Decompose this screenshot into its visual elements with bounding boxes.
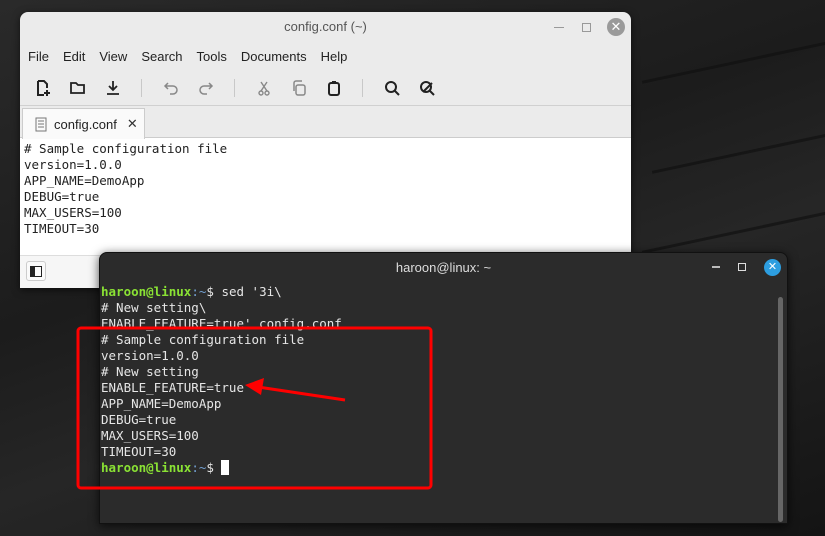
editor-line: APP_NAME=DemoApp bbox=[24, 173, 145, 188]
cut-icon[interactable] bbox=[253, 77, 275, 99]
terminal-window: haroon@linux: ~ ✕ haroon@linux:~$ sed '3… bbox=[99, 252, 788, 524]
menu-bar: File Edit View Search Tools Documents He… bbox=[20, 42, 631, 70]
minimize-button[interactable] bbox=[712, 266, 720, 268]
desktop-decoration bbox=[641, 209, 825, 254]
close-button[interactable]: ✕ bbox=[607, 18, 625, 36]
save-download-icon[interactable] bbox=[102, 77, 124, 99]
copy-icon[interactable] bbox=[288, 77, 310, 99]
window-title: config.conf (~) bbox=[284, 19, 367, 34]
text-editor-window: config.conf (~) ✕ File Edit View Search … bbox=[20, 12, 631, 288]
search-icon[interactable] bbox=[381, 77, 403, 99]
menu-edit[interactable]: Edit bbox=[63, 49, 85, 64]
output-line: ENABLE_FEATURE=true bbox=[101, 380, 244, 395]
terminal-cursor bbox=[221, 460, 230, 475]
output-line: TIMEOUT=30 bbox=[101, 444, 177, 459]
output-line: version=1.0.0 bbox=[101, 348, 199, 363]
terminal-output[interactable]: haroon@linux:~$ sed '3i\ # New setting\ EN… bbox=[101, 284, 342, 476]
editor-line: version=1.0.0 bbox=[24, 157, 122, 172]
search-replace-icon[interactable] bbox=[416, 77, 438, 99]
window-controls: ✕ bbox=[554, 12, 625, 42]
toolbar-separator bbox=[141, 78, 142, 97]
document-icon bbox=[35, 117, 47, 131]
editor-line: # Sample configuration file bbox=[24, 141, 228, 156]
menu-tools[interactable]: Tools bbox=[197, 49, 227, 64]
toolbar-separator bbox=[362, 78, 363, 97]
editor-line: MAX_USERS=100 bbox=[24, 205, 122, 220]
new-document-icon[interactable] bbox=[32, 77, 54, 99]
output-line: DEBUG=true bbox=[101, 412, 177, 427]
side-panel-icon bbox=[30, 265, 42, 277]
terminal-title: haroon@linux: ~ bbox=[395, 260, 492, 275]
prompt-line: haroon@linux:~$ bbox=[101, 460, 342, 476]
minimize-button[interactable] bbox=[554, 26, 564, 28]
desktop-decoration bbox=[651, 129, 825, 174]
tab-close-icon[interactable]: ✕ bbox=[127, 116, 138, 132]
output-line: # New setting bbox=[101, 364, 199, 379]
editor-text-area[interactable]: # Sample configuration file version=1.0.0… bbox=[20, 138, 631, 255]
output-line: APP_NAME=DemoApp bbox=[101, 396, 222, 411]
menu-documents[interactable]: Documents bbox=[241, 49, 307, 64]
close-button[interactable]: ✕ bbox=[764, 258, 781, 276]
desktop-decoration bbox=[641, 39, 825, 84]
side-panel-toggle-button[interactable] bbox=[26, 261, 46, 281]
toolbar bbox=[20, 70, 631, 106]
editor-line: TIMEOUT=30 bbox=[24, 221, 100, 236]
output-line: # Sample configuration file bbox=[101, 332, 305, 347]
menu-view[interactable]: View bbox=[99, 49, 127, 64]
command-line: # New setting\ bbox=[101, 300, 207, 315]
toolbar-separator bbox=[234, 78, 235, 97]
maximize-button[interactable] bbox=[738, 263, 746, 271]
editor-line: DEBUG=true bbox=[24, 189, 100, 204]
undo-icon[interactable] bbox=[160, 77, 182, 99]
paste-icon[interactable] bbox=[323, 77, 345, 99]
redo-icon[interactable] bbox=[195, 77, 217, 99]
maximize-button[interactable] bbox=[582, 22, 591, 32]
tab-config-conf[interactable]: config.conf ✕ bbox=[22, 108, 145, 139]
open-folder-icon[interactable] bbox=[67, 77, 89, 99]
menu-file[interactable]: File bbox=[28, 49, 49, 64]
menu-help[interactable]: Help bbox=[321, 49, 348, 64]
tab-bar: config.conf ✕ bbox=[20, 106, 631, 139]
menu-search[interactable]: Search bbox=[141, 49, 182, 64]
terminal-scrollbar[interactable] bbox=[778, 297, 783, 522]
command-line: ENABLE_FEATURE=true' config.conf bbox=[101, 316, 342, 331]
output-line: MAX_USERS=100 bbox=[101, 428, 199, 443]
command-line: haroon@linux:~$ sed '3i\ bbox=[101, 284, 282, 299]
terminal-window-controls: ✕ bbox=[712, 253, 781, 281]
tab-label: config.conf bbox=[54, 116, 117, 132]
